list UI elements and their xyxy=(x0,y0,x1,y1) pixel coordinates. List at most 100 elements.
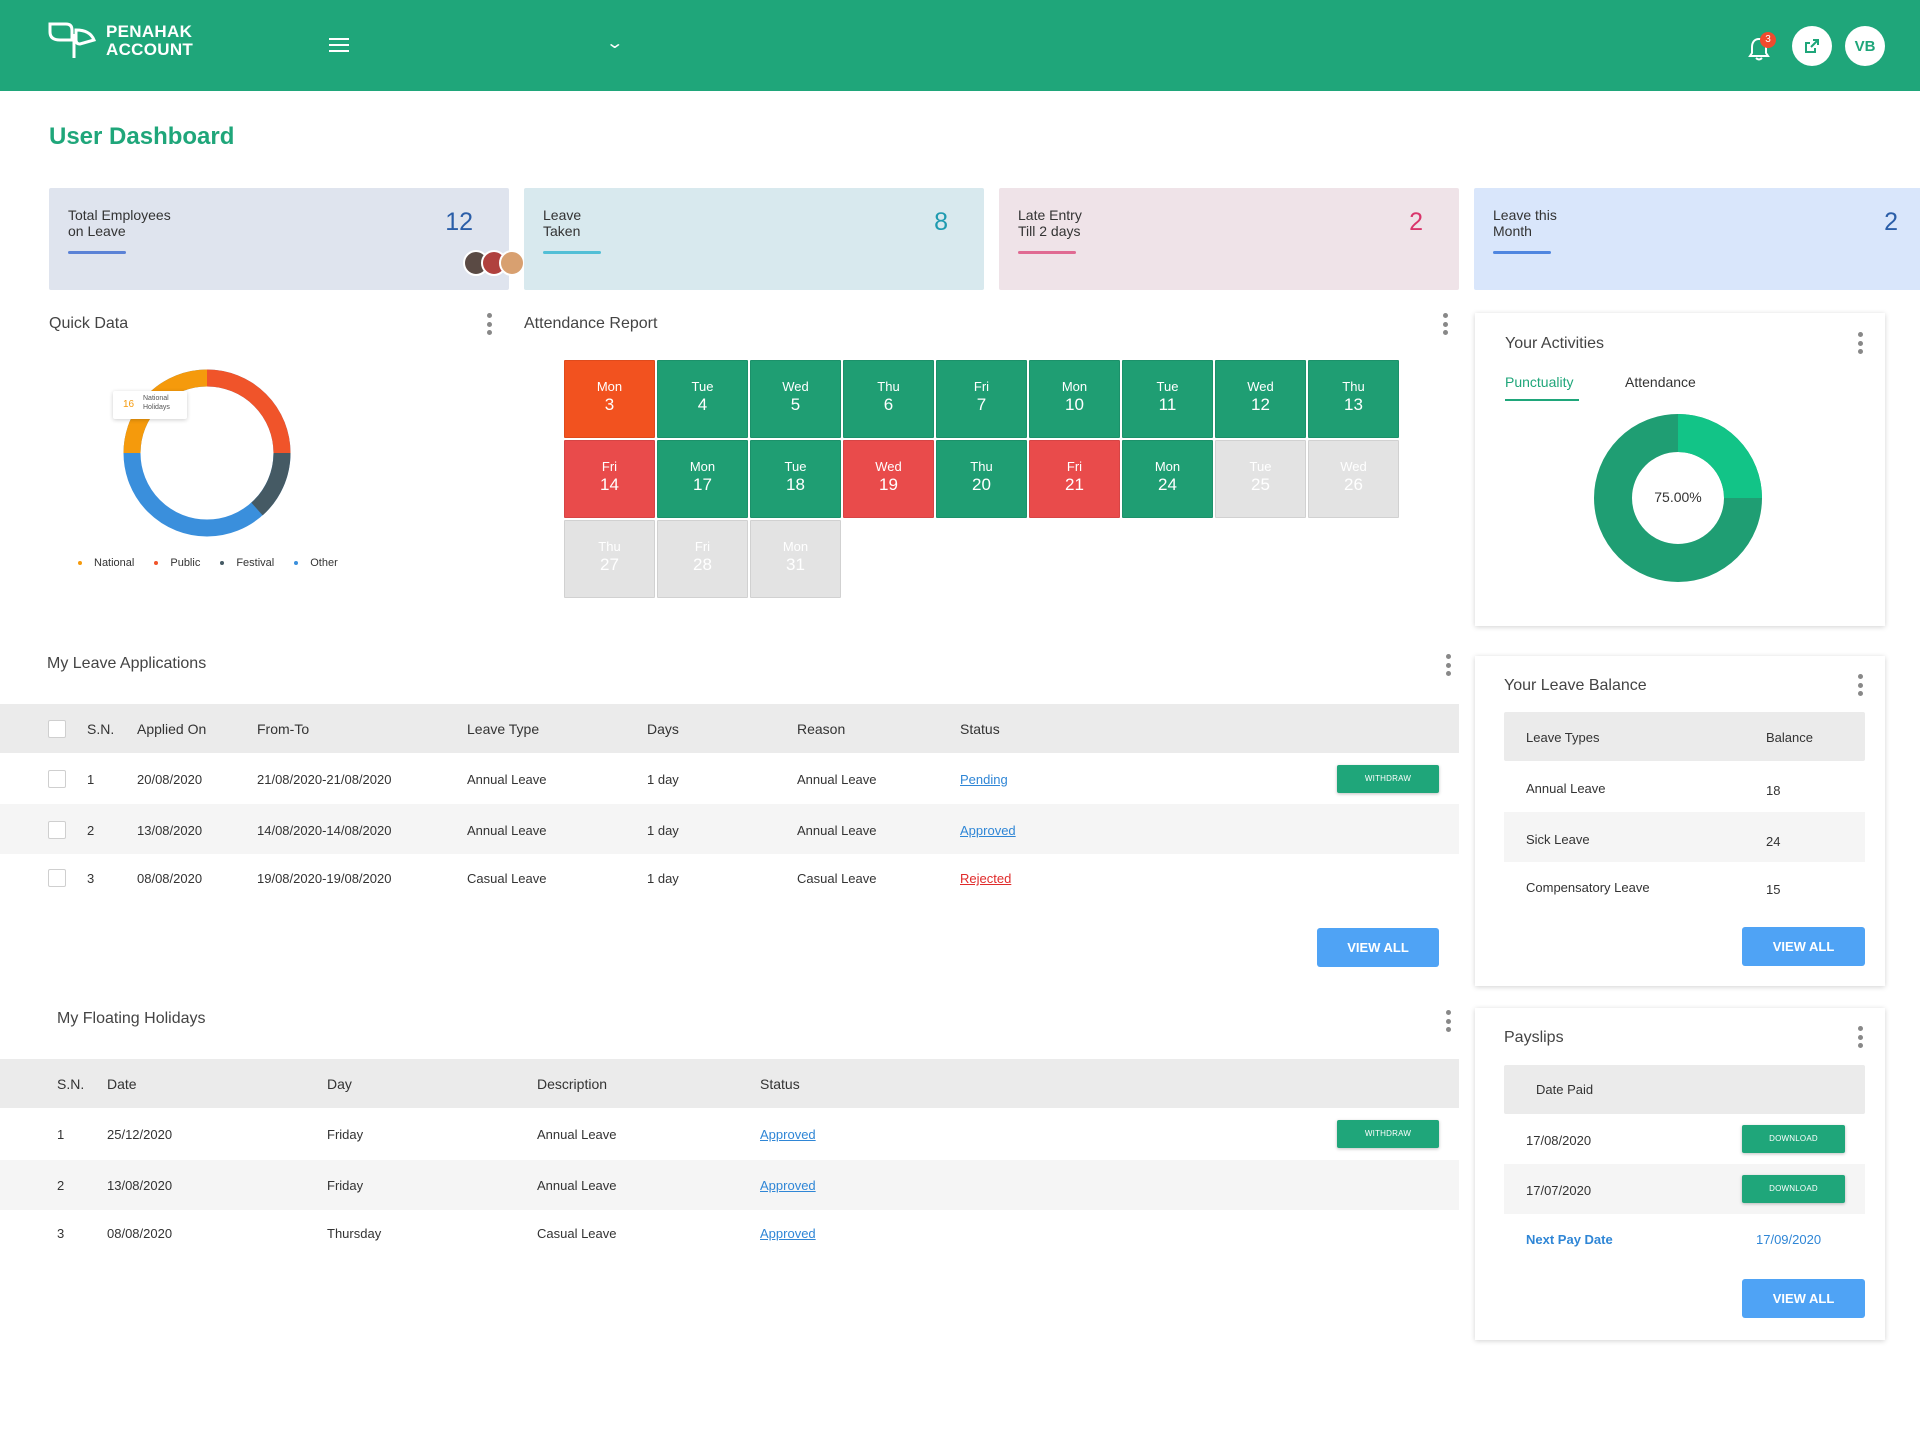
row-checkbox[interactable] xyxy=(48,770,66,788)
balance-cell: 18 xyxy=(1766,783,1781,798)
payslips-view-all-button[interactable]: VIEW ALL xyxy=(1742,1279,1865,1318)
from-to-cell: 19/08/2020-19/08/2020 xyxy=(257,871,392,886)
pay-date-cell: 17/07/2020 xyxy=(1526,1183,1592,1198)
leave-type-cell: Casual Leave xyxy=(467,871,547,886)
download-payslip-button[interactable]: DOWNLOAD xyxy=(1742,1175,1845,1203)
legend-label: National xyxy=(94,557,135,569)
calendar-day-name: Mon xyxy=(1061,379,1088,394)
calendar-day-name: Fri xyxy=(601,459,618,474)
calendar-day-cell[interactable]: Tue 4 xyxy=(657,360,748,438)
leave-applications-view-all-button[interactable]: VIEW ALL xyxy=(1317,928,1439,967)
withdraw-button[interactable]: WITHDRAW xyxy=(1337,765,1439,793)
calendar-day-cell[interactable]: Fri 14 xyxy=(564,440,655,518)
floating-holidays-title: My Floating Holidays xyxy=(57,1010,206,1027)
calendar-day-number: 17 xyxy=(693,475,712,494)
calendar-day-cell[interactable]: Mon 24 xyxy=(1122,440,1213,518)
legend-item: Public xyxy=(154,557,200,569)
calendar-day-cell[interactable]: Mon 3 xyxy=(564,360,655,438)
calendar-day-number: 25 xyxy=(1251,475,1270,494)
download-payslip-button[interactable]: DOWNLOAD xyxy=(1742,1125,1845,1153)
activities-title: Your Activities xyxy=(1505,335,1605,352)
leave-applications-menu-icon[interactable] xyxy=(1445,654,1451,676)
external-link-icon xyxy=(1805,39,1819,53)
col-leave-types: Leave Types xyxy=(1526,730,1600,745)
attendance-menu-icon[interactable] xyxy=(1442,313,1448,335)
calendar-day-name: Mon xyxy=(1154,459,1181,474)
stat-card-leave-this-month[interactable]: Leave this Month 2 xyxy=(1474,188,1920,290)
calendar-day-cell[interactable]: Wed 19 xyxy=(843,440,934,518)
calendar-day-number: 18 xyxy=(786,475,805,494)
table-row-bg xyxy=(0,804,1459,854)
calendar-day-name: Thu xyxy=(598,539,621,554)
calendar-day-number: 13 xyxy=(1344,395,1363,414)
days-cell: 1 day xyxy=(647,772,679,787)
stat-card-late-entry[interactable]: Late Entry Till 2 days 2 xyxy=(999,188,1459,290)
calendar-day-number: 20 xyxy=(972,475,991,494)
calendar-day-cell[interactable]: Thu 20 xyxy=(936,440,1027,518)
status-link[interactable]: Approved xyxy=(960,823,1016,838)
brand-logo[interactable]: PENAHAK ACCOUNT xyxy=(46,20,193,62)
days-cell: 1 day xyxy=(647,871,679,886)
stat-value: 2 xyxy=(1884,208,1898,236)
calendar-day-cell[interactable]: Wed 26 xyxy=(1308,440,1399,518)
status-link[interactable]: Approved xyxy=(760,1127,816,1142)
stat-value: 2 xyxy=(1409,208,1423,236)
legend-label: Public xyxy=(170,557,201,569)
calendar-day-cell[interactable]: Fri 7 xyxy=(936,360,1027,438)
calendar-day-cell[interactable]: Mon 17 xyxy=(657,440,748,518)
next-pay-date-label: Next Pay Date xyxy=(1526,1232,1613,1247)
stat-card-employees-on-leave[interactable]: Total Employees on Leave 12 xyxy=(49,188,525,290)
stat-label: Late Entry Till 2 days xyxy=(1018,207,1082,239)
col-balance: Balance xyxy=(1766,730,1813,745)
col-date: Date xyxy=(107,1076,137,1092)
calendar-day-cell[interactable]: Mon 31 xyxy=(750,520,841,598)
leave-applications-title: My Leave Applications xyxy=(47,655,207,672)
floating-holidays-menu-icon[interactable] xyxy=(1445,1010,1451,1032)
status-link[interactable]: Approved xyxy=(760,1178,816,1193)
tab-punctuality[interactable]: Punctuality xyxy=(1505,374,1573,390)
leave-balance-menu-icon[interactable] xyxy=(1857,674,1863,696)
calendar-day-cell[interactable]: Thu 6 xyxy=(843,360,934,438)
from-to-cell: 21/08/2020-21/08/2020 xyxy=(257,772,392,787)
leave-balance-view-all-button[interactable]: VIEW ALL xyxy=(1742,927,1865,966)
calendar-day-cell[interactable]: Wed 5 xyxy=(750,360,841,438)
calendar-day-cell[interactable]: Tue 18 xyxy=(750,440,841,518)
calendar-day-cell[interactable]: Thu 13 xyxy=(1308,360,1399,438)
reason-cell: Annual Leave xyxy=(797,823,877,838)
status-link[interactable]: Approved xyxy=(760,1226,816,1241)
leave-type-cell: Sick Leave xyxy=(1526,832,1590,847)
calendar-day-number: 11 xyxy=(1158,395,1177,414)
user-avatar[interactable]: VB xyxy=(1845,26,1885,66)
row-checkbox[interactable] xyxy=(48,821,66,839)
applied-on-cell: 13/08/2020 xyxy=(137,823,203,838)
status-link[interactable]: Rejected xyxy=(960,871,1011,886)
chevron-down-icon[interactable]: ⌄ xyxy=(605,33,624,53)
row-checkbox[interactable] xyxy=(48,869,66,887)
activities-menu-icon[interactable] xyxy=(1857,332,1863,354)
status-link[interactable]: Pending xyxy=(960,772,1008,787)
external-link-button[interactable] xyxy=(1792,26,1832,66)
calendar-day-name: Thu xyxy=(877,379,900,394)
stat-underline xyxy=(68,251,126,254)
calendar-day-cell[interactable]: Tue 11 xyxy=(1122,360,1213,438)
quick-data-menu-icon[interactable] xyxy=(486,313,492,335)
calendar-day-cell[interactable]: Fri 28 xyxy=(657,520,748,598)
balance-cell: 15 xyxy=(1766,882,1781,897)
stat-label: Leave Taken xyxy=(543,207,582,239)
calendar-day-cell[interactable]: Thu 27 xyxy=(564,520,655,598)
chart-tooltip: 16 National Holidays xyxy=(113,391,187,419)
calendar-day-cell[interactable]: Wed 12 xyxy=(1215,360,1306,438)
select-all-checkbox[interactable] xyxy=(48,720,66,738)
calendar-day-cell[interactable]: Mon 10 xyxy=(1029,360,1120,438)
menu-toggle-icon[interactable] xyxy=(329,38,349,54)
calendar-day-name: Thu xyxy=(970,459,993,474)
table-row-bg xyxy=(0,1160,1459,1210)
calendar-day-cell[interactable]: Tue 25 xyxy=(1215,440,1306,518)
withdraw-button[interactable]: WITHDRAW xyxy=(1337,1120,1439,1148)
col-day: Day xyxy=(327,1076,352,1092)
tab-attendance[interactable]: Attendance xyxy=(1625,374,1696,390)
payslips-menu-icon[interactable] xyxy=(1857,1026,1863,1048)
quick-data-legend: National Public Festival Other xyxy=(78,557,358,569)
stat-card-leave-taken[interactable]: Leave Taken 8 xyxy=(524,188,984,290)
calendar-day-cell[interactable]: Fri 21 xyxy=(1029,440,1120,518)
